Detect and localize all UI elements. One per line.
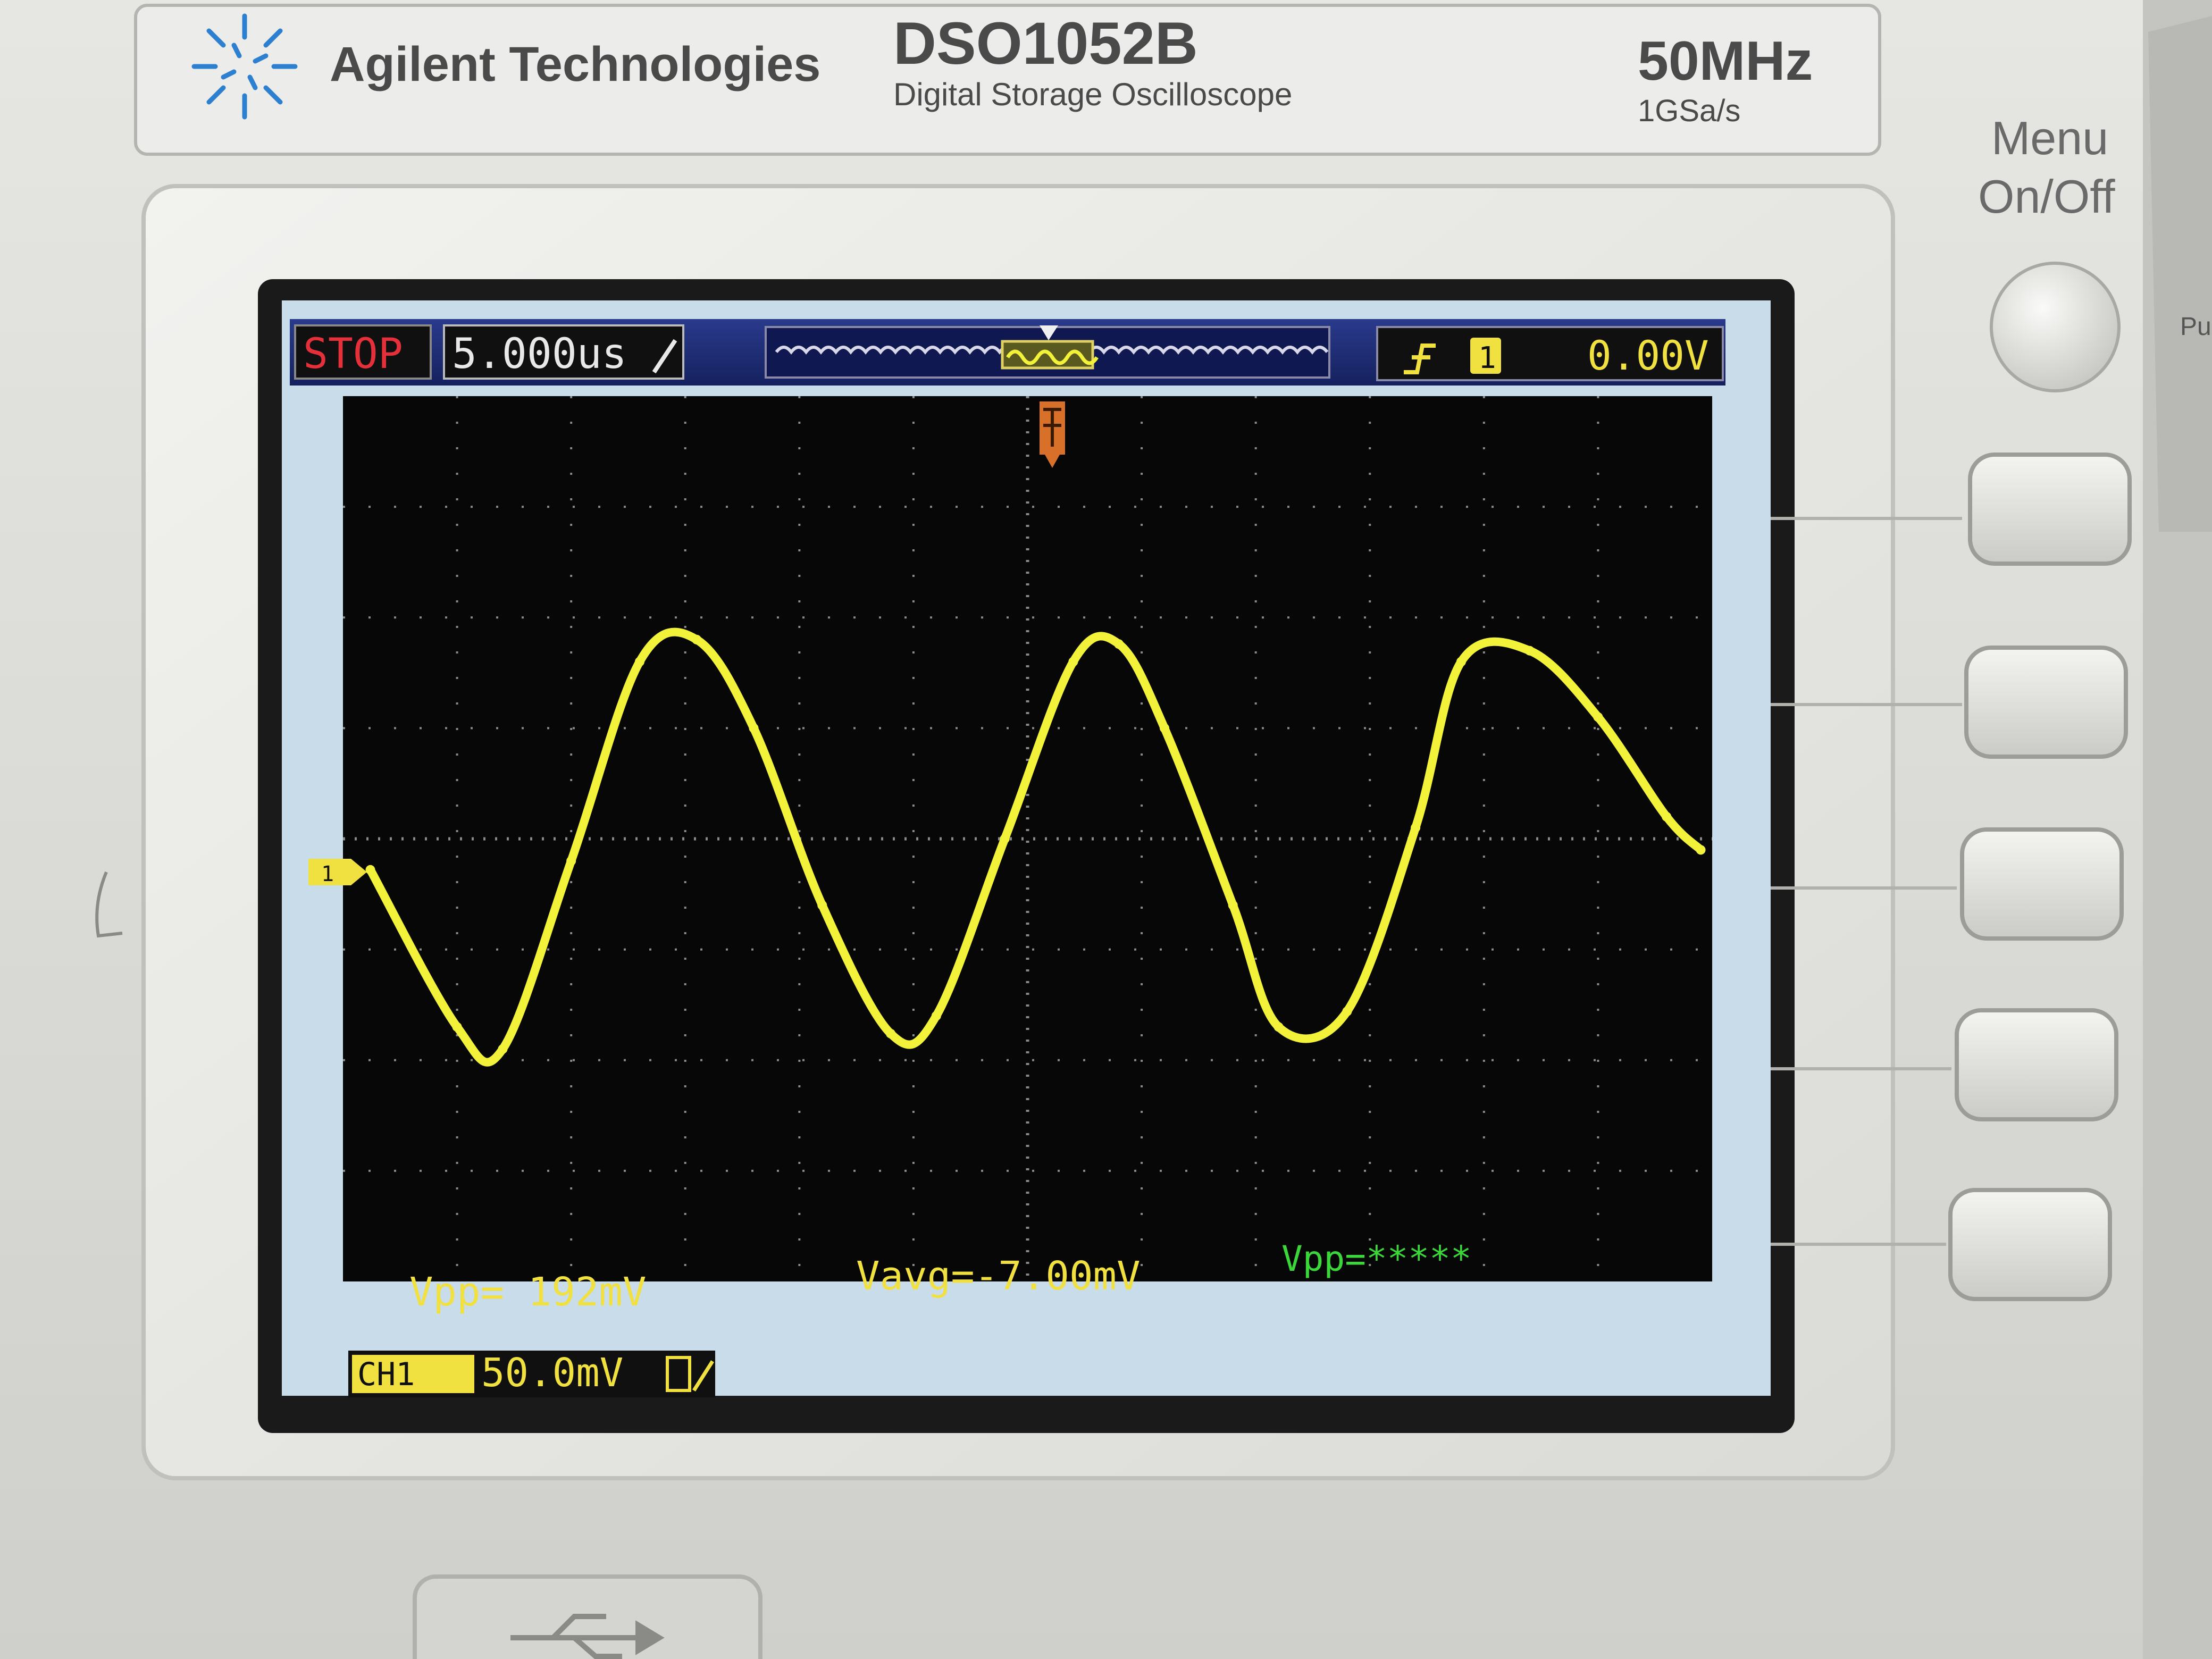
trace-point bbox=[566, 856, 576, 866]
measurement-vpp-ch2: Vpp=***** bbox=[1281, 1238, 1472, 1279]
trace-point bbox=[931, 1011, 941, 1021]
brand-model: DSO1052B bbox=[893, 10, 1198, 77]
brand-bandwidth: 50MHz bbox=[1638, 30, 1813, 92]
measurement-vavg: Vavg=-7.00mV bbox=[856, 1253, 1141, 1299]
brand-company: Agilent Technologies bbox=[330, 37, 820, 91]
trigger-source-value: 1 bbox=[1478, 341, 1496, 375]
menu-label-line1: Menu bbox=[1991, 112, 2108, 164]
softkey-1[interactable] bbox=[1968, 453, 2132, 566]
trace-point bbox=[1593, 712, 1603, 722]
trace-point bbox=[1524, 646, 1535, 656]
trace-point bbox=[886, 1028, 895, 1038]
trace-point bbox=[1411, 823, 1421, 833]
trace-point bbox=[1000, 834, 1010, 844]
run-state-label: STOP bbox=[303, 330, 403, 378]
trace-point bbox=[365, 865, 375, 875]
trace-point bbox=[1342, 1007, 1352, 1017]
timebase-value: 5.000us bbox=[452, 330, 627, 378]
softkey-5[interactable] bbox=[1948, 1188, 2112, 1301]
trace-point bbox=[1662, 811, 1672, 822]
trace-point bbox=[692, 634, 702, 644]
trace-point bbox=[1456, 657, 1466, 667]
trace-point bbox=[1228, 900, 1238, 910]
channel-1-label: CH1 bbox=[357, 1356, 415, 1393]
oscilloscope-photo: Agilent Technologies DSO1052B Digital St… bbox=[0, 0, 2212, 1659]
channel-1-scale: 50.0mV bbox=[481, 1350, 623, 1396]
trace-point bbox=[749, 723, 759, 733]
waveform-display[interactable] bbox=[343, 396, 1712, 1281]
softkey-2[interactable] bbox=[1964, 646, 2128, 759]
svg-text:1: 1 bbox=[321, 862, 334, 886]
brand-sample-rate: 1GSa/s bbox=[1638, 94, 1740, 128]
trace-point bbox=[1114, 639, 1124, 649]
trace-point bbox=[1160, 723, 1169, 733]
trace-point bbox=[1273, 1022, 1284, 1032]
trace-point bbox=[452, 1022, 462, 1032]
side-edge-label: Pu bbox=[2180, 313, 2211, 341]
trace-point bbox=[817, 900, 827, 910]
trace-point bbox=[498, 1044, 508, 1054]
trace-point bbox=[1068, 657, 1078, 667]
softkey-4[interactable] bbox=[1955, 1008, 2118, 1121]
menu-label-line2: On/Off bbox=[1978, 170, 2115, 223]
trace-point bbox=[1696, 845, 1706, 855]
measurement-vpp-ch1: Vpp= 192mV bbox=[409, 1269, 647, 1315]
softkey-3[interactable] bbox=[1960, 827, 2124, 941]
trigger-level-value: 0.00V bbox=[1587, 332, 1709, 379]
menu-on-off-knob[interactable] bbox=[1990, 262, 2121, 392]
brand-description: Digital Storage Oscilloscope bbox=[893, 77, 1292, 112]
trace-point bbox=[634, 657, 644, 667]
right-side-edge bbox=[2148, 16, 2212, 532]
